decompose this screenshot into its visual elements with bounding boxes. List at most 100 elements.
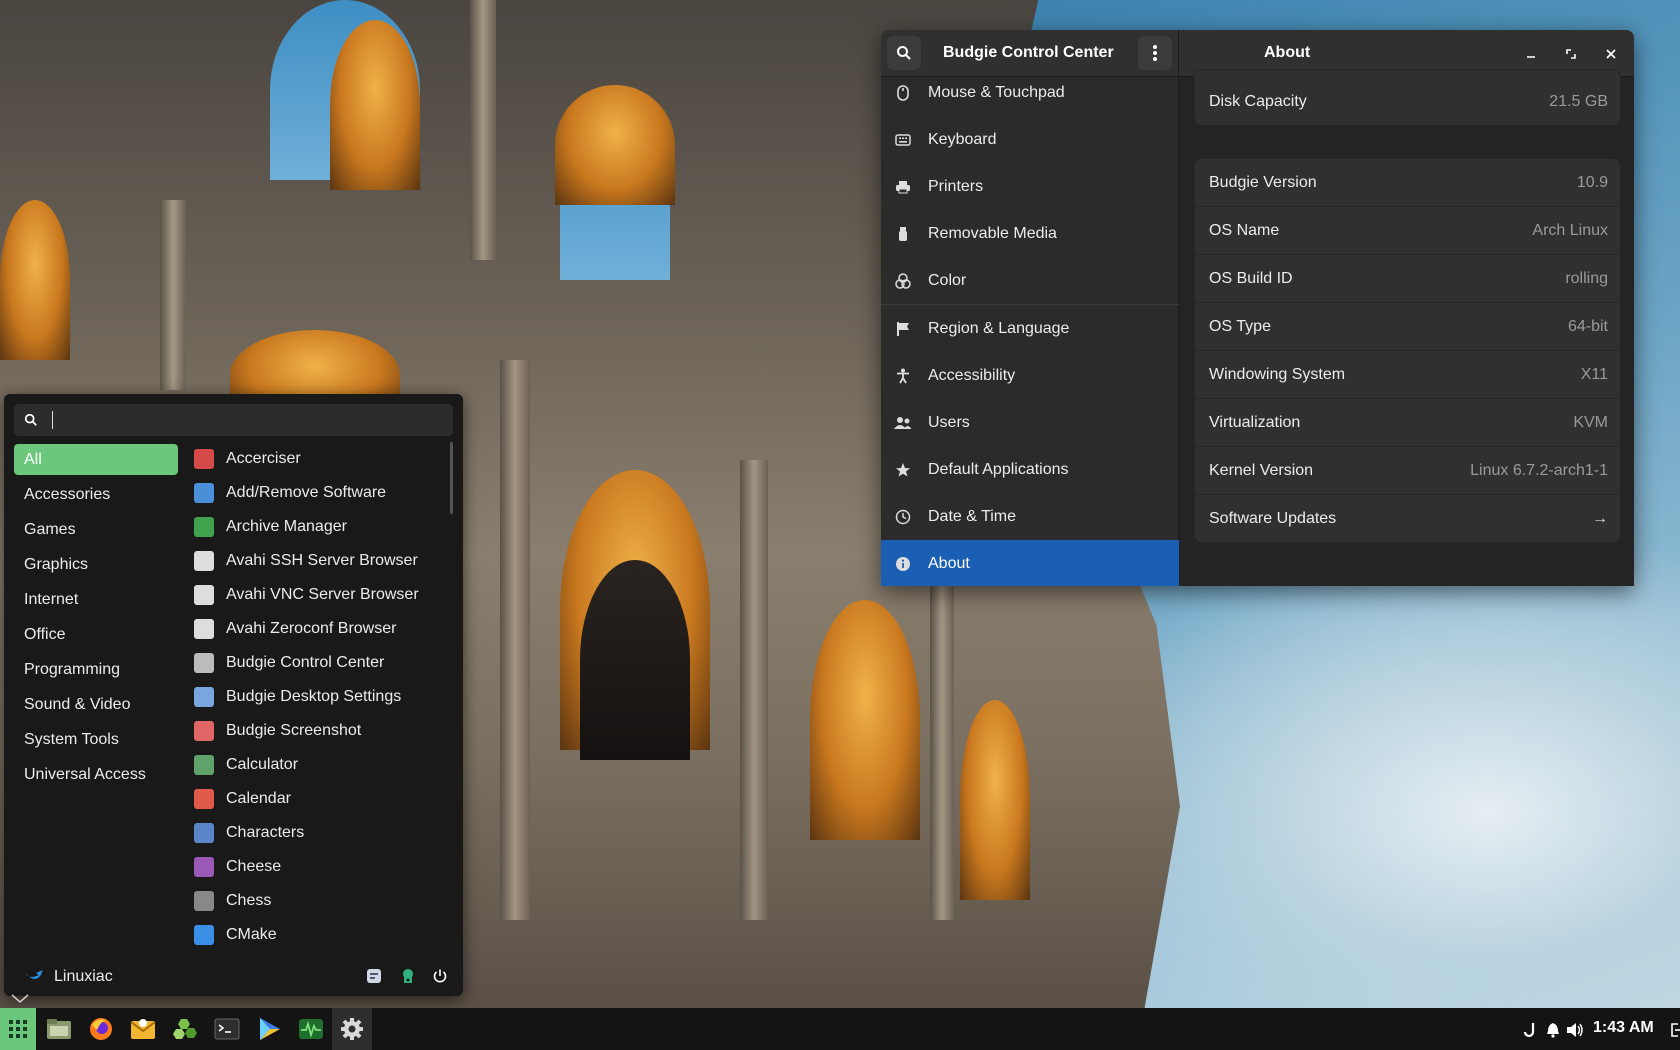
menu-footer: Linuxiac [4, 958, 463, 996]
menu-search-input[interactable] [14, 404, 453, 436]
color-icon [894, 272, 912, 290]
chevron-down-icon [11, 994, 29, 1003]
app-item[interactable]: Calculator [194, 749, 434, 781]
system-monitor-icon [299, 1019, 323, 1039]
category-graphics[interactable]: Graphics [14, 549, 178, 580]
app-grid-icon [9, 1020, 27, 1038]
clock[interactable]: 1:43 AM [1593, 1019, 1654, 1037]
firefox-icon [90, 1018, 112, 1040]
sidebar-item-mouse[interactable]: Mouse & Touchpad [881, 69, 1179, 116]
app-item[interactable]: Characters [194, 817, 434, 849]
sidebar-item-accessibility[interactable]: Accessibility [881, 352, 1179, 399]
sidebar-item-color[interactable]: Color [881, 257, 1179, 304]
app-item[interactable]: Budgie Desktop Settings [194, 681, 434, 713]
app-label: Cheese [226, 858, 282, 875]
app-item[interactable]: Add/Remove Software [194, 477, 434, 509]
usb-icon [894, 225, 912, 243]
taskbar-files[interactable] [42, 1012, 76, 1046]
scrollbar[interactable] [450, 442, 453, 514]
app-item[interactable]: Avahi Zeroconf Browser [194, 613, 434, 645]
budgie-icon [1523, 1023, 1535, 1038]
search-button[interactable] [887, 36, 921, 70]
category-accessories[interactable]: Accessories [14, 479, 178, 510]
sidebar-item-default-applications[interactable]: Default Applications [881, 446, 1179, 493]
tray-raven-button[interactable] [1523, 1020, 1537, 1040]
app-item[interactable]: Archive Manager [194, 511, 434, 543]
app-item[interactable]: Budgie Control Center [194, 647, 434, 679]
app-label: Accerciser [226, 450, 301, 467]
taskbar-media-player[interactable] [252, 1012, 286, 1046]
category-programming[interactable]: Programming [14, 654, 178, 685]
taskbar-settings[interactable] [332, 1008, 372, 1050]
app-item[interactable]: Avahi VNC Server Browser [194, 579, 434, 611]
category-system-tools[interactable]: System Tools [14, 724, 178, 755]
sidebar-item-date-time[interactable]: Date & Time [881, 493, 1179, 540]
sidebar-item-keyboard[interactable]: Keyboard [881, 116, 1179, 163]
category-internet[interactable]: Internet [14, 584, 178, 615]
terminal-icon [214, 1018, 240, 1040]
settings-panel-icon [367, 969, 381, 983]
sidebar-item-removable-media[interactable]: Removable Media [881, 210, 1179, 257]
category-all[interactable]: All [14, 444, 178, 475]
user-settings-button[interactable] [366, 968, 384, 986]
detail-row: OS Type 64-bit [1195, 303, 1622, 351]
app-item[interactable]: Avahi SSH Server Browser [194, 545, 434, 577]
tray-volume[interactable] [1566, 1020, 1584, 1040]
app-item[interactable]: Cheese [194, 851, 434, 883]
app-label: Budgie Desktop Settings [226, 688, 402, 705]
minimize-button[interactable] [1521, 44, 1541, 64]
arrow-right-icon: → [1592, 510, 1608, 527]
keyboard-icon [894, 131, 912, 149]
software-updates-row[interactable]: Software Updates → [1195, 495, 1622, 543]
lock-button[interactable] [400, 968, 418, 986]
taskbar-hex-app[interactable] [168, 1012, 202, 1046]
user-avatar-icon [25, 970, 43, 979]
power-icon [433, 969, 447, 983]
sidebar-item-region-language[interactable]: Region & Language [881, 305, 1179, 352]
app-item[interactable]: Accerciser [194, 443, 434, 475]
app-label: Calculator [226, 756, 299, 773]
detail-row: OS Name Arch Linux [1195, 207, 1622, 255]
category-universal-access[interactable]: Universal Access [14, 759, 178, 790]
tray-logout[interactable] [1670, 1020, 1680, 1040]
app-item[interactable]: CMake [194, 919, 434, 951]
power-button[interactable] [432, 968, 450, 986]
taskbar-mail[interactable] [126, 1012, 160, 1046]
taskbar-firefox[interactable] [84, 1012, 118, 1046]
app-item[interactable]: Calendar [194, 783, 434, 815]
category-sound-video[interactable]: Sound & Video [14, 689, 178, 720]
app-label: Characters [226, 824, 305, 841]
sidebar-item-users[interactable]: Users [881, 399, 1179, 446]
category-office[interactable]: Office [14, 619, 178, 650]
maximize-button[interactable] [1561, 44, 1581, 64]
category-games[interactable]: Games [14, 514, 178, 545]
app-icon [194, 687, 214, 707]
app-icon [194, 891, 214, 911]
detail-row: Kernel Version Linux 6.7.2-arch1-1 [1195, 447, 1622, 495]
taskbar-terminal[interactable] [210, 1012, 244, 1046]
media-player-icon [260, 1018, 280, 1040]
app-icon [194, 517, 214, 537]
app-label: Avahi Zeroconf Browser [226, 620, 397, 637]
accessibility-icon [894, 367, 912, 385]
logout-icon [1671, 1023, 1680, 1037]
mail-icon [130, 1019, 156, 1039]
app-item[interactable]: Budgie Screenshot [194, 715, 434, 747]
taskbar-system-monitor[interactable] [294, 1012, 328, 1046]
app-grid-button[interactable] [0, 1008, 36, 1050]
detail-row: Virtualization KVM [1195, 399, 1622, 447]
about-page: Disk Capacity 21.5 GB Budgie Version 10.9… [1180, 69, 1634, 586]
printer-icon [894, 178, 912, 196]
close-button[interactable] [1601, 44, 1621, 64]
app-icon [194, 551, 214, 571]
app-label: Chess [226, 892, 272, 909]
sidebar-item-about[interactable]: About [881, 540, 1179, 586]
bell-icon [1547, 1023, 1559, 1038]
app-item[interactable]: Chess [194, 885, 434, 917]
main-menu-button[interactable] [1138, 36, 1172, 70]
info-icon [894, 555, 912, 573]
sidebar-item-printers[interactable]: Printers [881, 163, 1179, 210]
application-menu: All Accessories Games Graphics Internet … [4, 394, 463, 996]
app-icon [194, 925, 214, 945]
tray-notifications[interactable] [1546, 1020, 1560, 1040]
